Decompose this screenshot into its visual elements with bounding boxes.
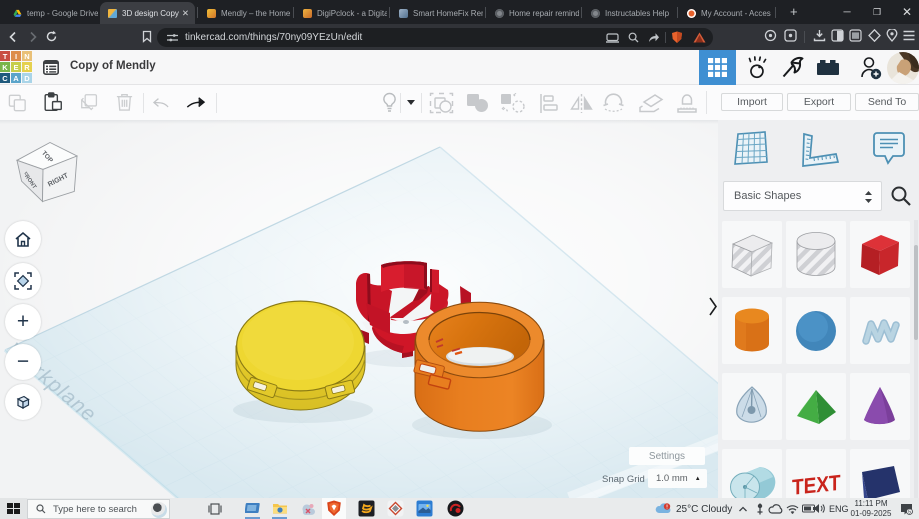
- svg-text:5: 5: [908, 510, 911, 515]
- svg-text:!: !: [666, 505, 668, 511]
- svg-text:TEXT: TEXT: [792, 470, 841, 500]
